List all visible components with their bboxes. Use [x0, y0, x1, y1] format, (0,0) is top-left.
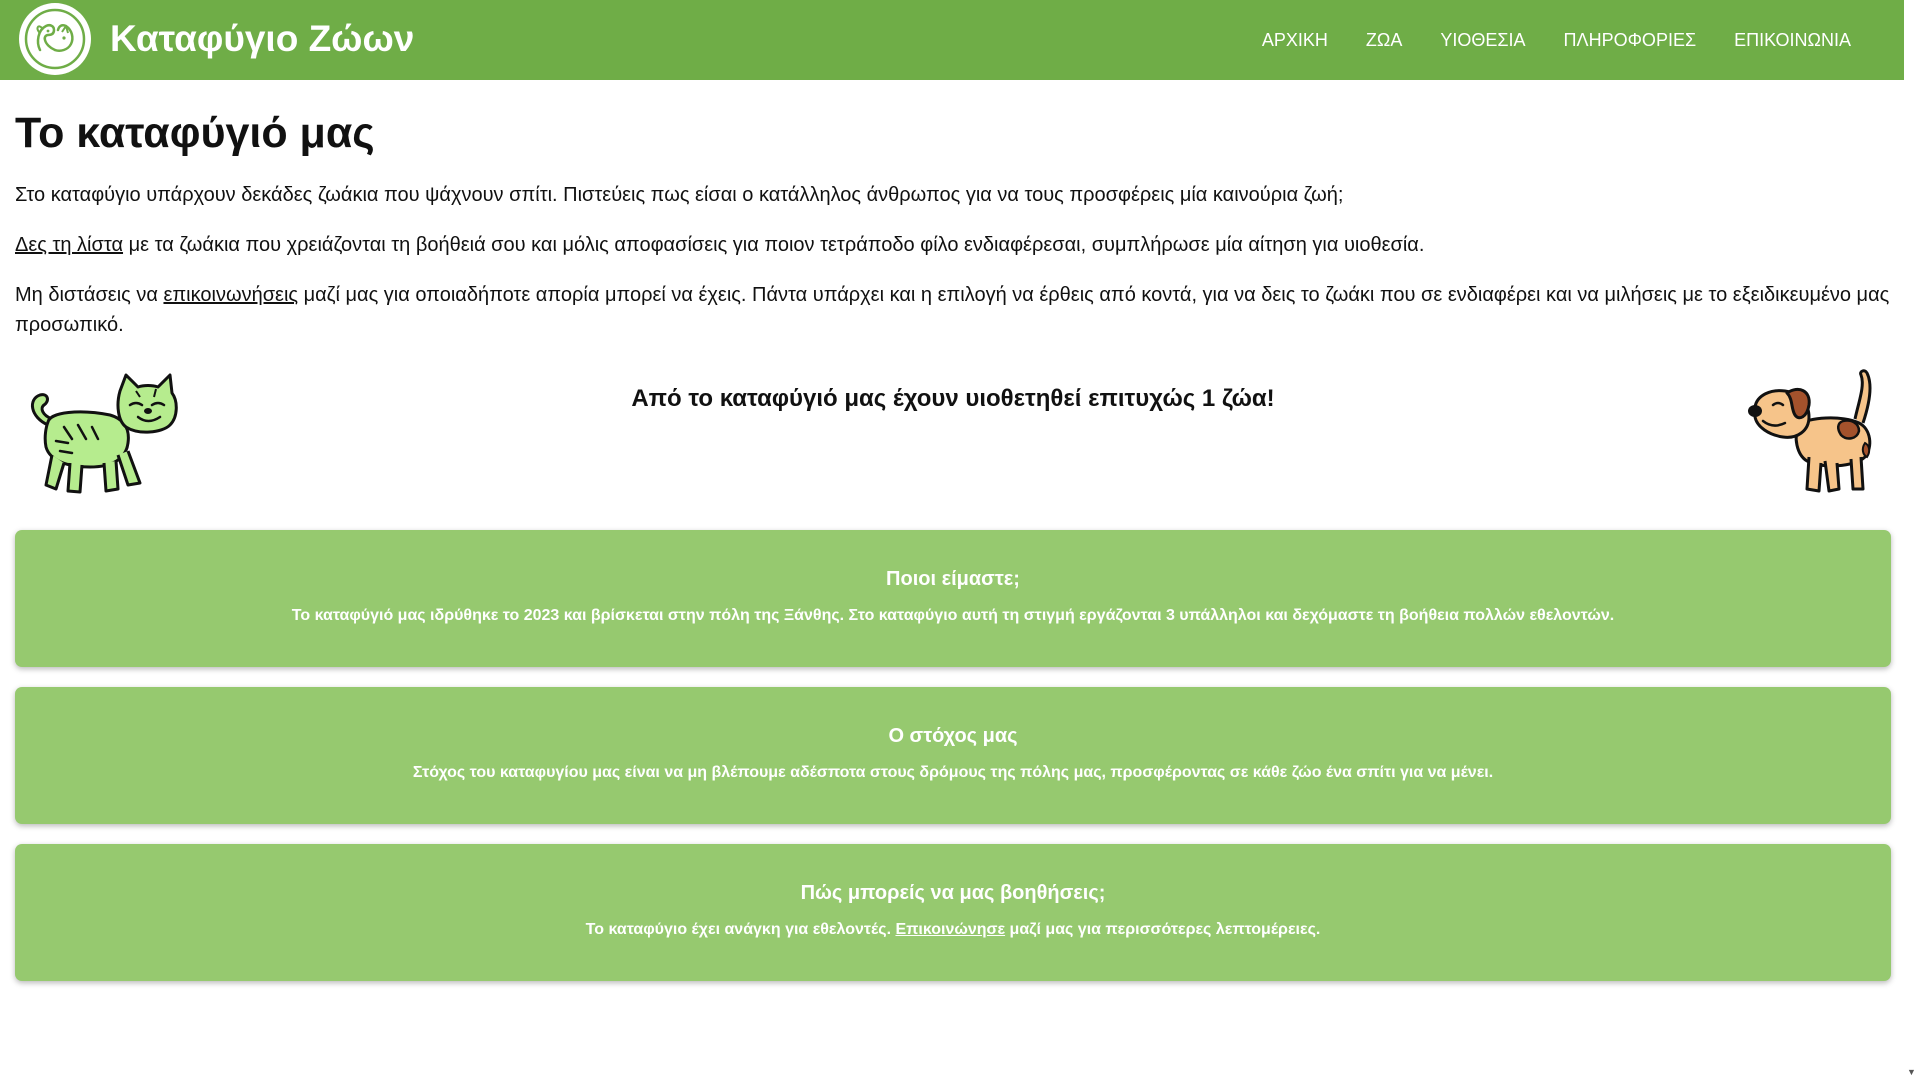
- about-card: Ποιοι είμαστε; Το καταφύγιό μας ιδρύθηκε…: [15, 529, 1891, 667]
- about-card-text: Το καταφύγιό μας ιδρύθηκε το 2023 και βρ…: [291, 606, 1615, 624]
- header-bar: Καταφύγιο Ζώων ΑΡΧΙΚΗ ΖΩΑ ΥΙΟΘΕΣΙΑ ΠΛΗΡΟ…: [0, 0, 1904, 80]
- page: Καταφύγιο Ζώων ΑΡΧΙΚΗ ΖΩΑ ΥΙΟΘΕΣΙΑ ΠΛΗΡΟ…: [0, 0, 1919, 1079]
- main-nav: ΑΡΧΙΚΗ ΖΩΑ ΥΙΟΘΕΣΙΑ ΠΛΗΡΟΦΟΡΙΕΣ ΕΠΙΚΟΙΝΩ…: [1243, 0, 1870, 80]
- nav-item-adoption[interactable]: ΥΙΟΘΕΣΙΑ: [1421, 30, 1544, 51]
- goal-card-title: Ο στόχος μας: [888, 724, 1018, 747]
- scroll-down-arrow-icon[interactable]: ▼: [1904, 1064, 1919, 1079]
- intro-paragraph-2-text: με τα ζωάκια που χρειάζονται τη βοήθειά …: [123, 233, 1425, 256]
- help-card-text-start: Το καταφύγιο έχει ανάγκη για εθελοντές.: [585, 920, 896, 938]
- adoption-count-text: Από το καταφύγιό μας έχουν υιοθετηθεί επ…: [631, 384, 1275, 412]
- nav-item-home[interactable]: ΑΡΧΙΚΗ: [1243, 30, 1347, 51]
- contact-link[interactable]: επικοινωνήσεις: [163, 284, 298, 306]
- help-card: Πώς μπορείς να μας βοηθήσεις; Το καταφύγ…: [15, 843, 1891, 981]
- vertical-scrollbar[interactable]: ▼: [1904, 0, 1919, 1079]
- site-title[interactable]: Καταφύγιο Ζώων: [110, 18, 414, 60]
- goal-card: Ο στόχος μας Στόχος του καταφυγίου μας ε…: [15, 686, 1891, 824]
- page-title: Το καταφύγιό μας: [15, 109, 375, 157]
- intro-paragraph-3-start: Μη διστάσεις να: [15, 283, 164, 306]
- intro-paragraph-1: Στο καταφύγιο υπάρχουν δεκάδες ζωάκια πο…: [15, 183, 1344, 206]
- dog-cat-logo-icon: [24, 8, 86, 70]
- intro-paragraph-2: Δες τη λίστα με τα ζωάκια που χρειάζοντα…: [15, 230, 1891, 260]
- adoption-banner: Από το καταφύγιό μας έχουν υιοθετηθεί επ…: [15, 360, 1891, 530]
- logo-icon[interactable]: [19, 3, 91, 75]
- help-contact-link[interactable]: Επικοινώνησε: [895, 921, 1005, 938]
- main-content: Το καταφύγιό μας Στο καταφύγιο υπάρχουν …: [15, 80, 1891, 1001]
- animal-list-link[interactable]: Δες τη λίστα: [15, 234, 123, 256]
- dog-illustration: [1748, 368, 1872, 493]
- goal-card-text: Στόχος του καταφυγίου μας είναι να μη βλ…: [412, 763, 1494, 781]
- nav-item-info[interactable]: ΠΛΗΡΟΦΟΡΙΕΣ: [1545, 30, 1716, 51]
- nav-item-animals[interactable]: ΖΩΑ: [1347, 30, 1421, 51]
- help-card-title: Πώς μπορείς να μας βοηθήσεις;: [800, 881, 1106, 904]
- about-card-title: Ποιοι είμαστε;: [886, 567, 1020, 590]
- help-card-text: Το καταφύγιο έχει ανάγκη για εθελοντές. …: [15, 921, 1891, 939]
- help-card-text-end: μαζί μας για περισσότερες λεπτομέρειες.: [1005, 920, 1321, 938]
- nav-item-contact[interactable]: ΕΠΙΚΟΙΝΩΝΙΑ: [1715, 30, 1870, 51]
- intro-paragraph-3: Μη διστάσεις να επικοινωνήσεις μαζί μας …: [15, 280, 1891, 340]
